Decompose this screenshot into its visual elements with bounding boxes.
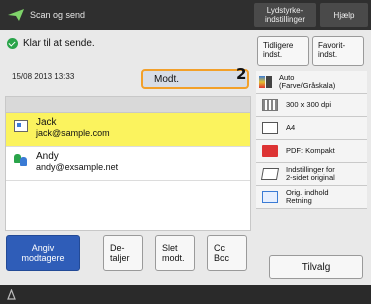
recipient-name: Jack: [36, 117, 57, 128]
volume-settings-label: Lydstyrke- indstillinger: [264, 6, 306, 24]
scan-send-screen: Scan og send Lydstyrke- indstillinger Hj…: [0, 0, 371, 304]
settings-list: Auto (Farve/Gråskala) 300 x 300 dpi A4 P…: [256, 71, 367, 209]
delete-recipient-button[interactable]: Slet modt.: [155, 235, 195, 271]
details-label: De- taljer: [110, 243, 130, 263]
specify-recipients-button[interactable]: Angiv modtagere: [6, 235, 80, 271]
favorite-settings-label: Favorit- indst.: [318, 41, 346, 59]
color-mode-icon: [259, 76, 275, 88]
options-label: Tilvalg: [301, 261, 331, 273]
cc-bcc-label: Cc Bcc: [214, 243, 230, 263]
callout-number: 2: [236, 65, 247, 83]
recipient-address: jack@sample.com: [36, 128, 110, 138]
ready-check-icon: [7, 38, 18, 49]
favorite-settings-button[interactable]: Favorit- indst.: [312, 36, 364, 66]
top-bar: Scan og send Lydstyrke- indstillinger Hj…: [0, 0, 371, 30]
recipient-name: Andy: [36, 151, 59, 162]
recipient-row-jack[interactable]: Jack jack@sample.com: [6, 113, 250, 147]
setting-label: Indstillinger for 2-sidet original: [286, 165, 335, 182]
group-icon: [14, 154, 28, 166]
scan-send-icon: [8, 9, 24, 21]
delete-recipient-label: Slet modt.: [162, 243, 185, 263]
status-line: Klar til at sende.: [7, 38, 95, 49]
cc-bcc-button[interactable]: Cc Bcc: [207, 235, 247, 271]
recipient-mode-selector[interactable]: Modt.: [141, 69, 249, 89]
status-message: Klar til at sende.: [23, 38, 95, 49]
status-icon: [7, 289, 16, 300]
setting-label: A4: [286, 123, 296, 132]
app-title-text: Scan og send: [30, 10, 86, 20]
resolution-icon: [262, 99, 278, 111]
setting-paper-size[interactable]: A4: [256, 117, 367, 140]
paper-size-icon: [262, 122, 278, 134]
recipient-row-andy[interactable]: Andy andy@exsample.net: [6, 147, 250, 181]
help-button[interactable]: Hjælp: [320, 3, 368, 27]
recipient-list: Jack jack@sample.com Andy andy@exsample.…: [5, 96, 251, 231]
setting-duplex[interactable]: Indstillinger for 2-sidet original: [256, 163, 367, 186]
recipient-info: Jack jack@sample.com: [36, 117, 110, 139]
recipient-mode-value: Modt.: [154, 73, 180, 85]
date-time: 15/08 2013 13:33: [12, 72, 75, 81]
setting-label: 300 x 300 dpi: [286, 100, 332, 109]
recipient-list-header: [6, 97, 250, 113]
app-title: Scan og send: [8, 0, 85, 30]
recipient-info: Andy andy@exsample.net: [36, 151, 118, 173]
previous-settings-button[interactable]: Tidligere indst.: [257, 36, 309, 66]
setting-color-mode[interactable]: Auto (Farve/Gråskala): [256, 71, 367, 94]
setting-resolution[interactable]: 300 x 300 dpi: [256, 94, 367, 117]
previous-settings-label: Tidligere indst.: [263, 41, 294, 59]
setting-file-format[interactable]: PDF: Kompakt: [256, 140, 367, 163]
address-card-icon: [14, 120, 28, 132]
duplex-icon: [260, 168, 280, 180]
setting-label: PDF: Kompakt: [286, 146, 335, 155]
setting-label: Orig. indhold Retning: [286, 188, 329, 205]
recipient-address: andy@exsample.net: [36, 162, 119, 172]
setting-orientation[interactable]: Orig. indhold Retning: [256, 186, 367, 209]
options-button[interactable]: Tilvalg: [269, 255, 363, 279]
help-label: Hjælp: [333, 10, 355, 20]
volume-settings-button[interactable]: Lydstyrke- indstillinger: [254, 3, 316, 27]
bottom-status-bar: [0, 285, 371, 304]
orientation-icon: [262, 191, 278, 203]
pdf-icon: [262, 145, 278, 157]
setting-label: Auto (Farve/Gråskala): [279, 73, 336, 90]
specify-recipients-label: Angiv modtagere: [21, 243, 65, 263]
details-button[interactable]: De- taljer: [103, 235, 143, 271]
